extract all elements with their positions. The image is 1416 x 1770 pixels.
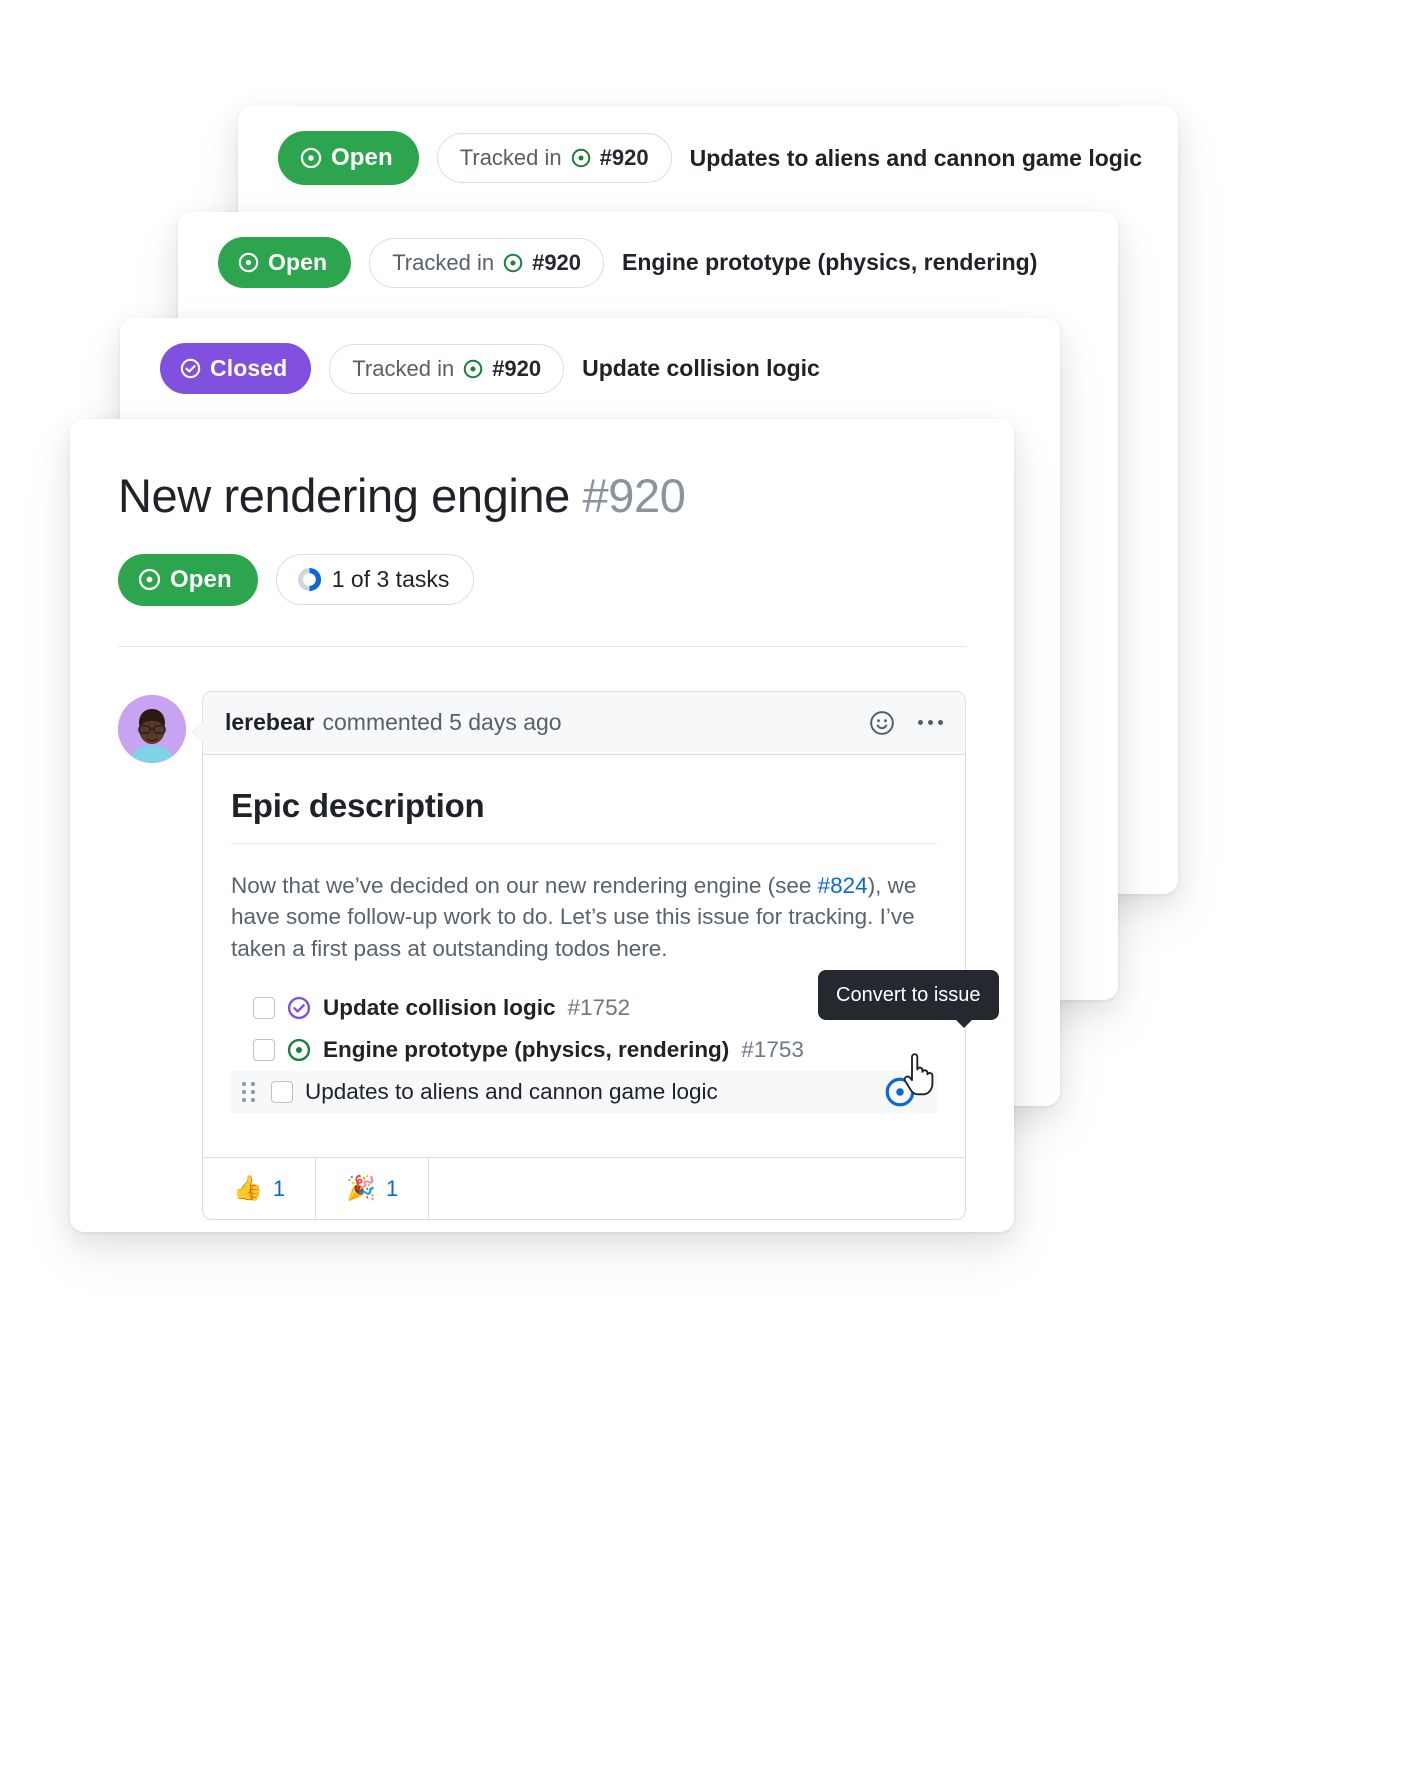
issue-opened-icon [463, 359, 483, 379]
page-title: New rendering engine #920 [118, 469, 966, 524]
reaction-party-popper[interactable]: 🎉 1 [316, 1158, 430, 1220]
reactions-filler [429, 1158, 965, 1219]
reaction-count: 1 [272, 1175, 286, 1201]
issue-opened-icon [287, 1038, 311, 1062]
thumbs-up-icon: 👍 [233, 1175, 263, 1203]
status-badge-open[interactable]: Open [218, 237, 352, 288]
task-checkbox[interactable] [253, 1039, 275, 1062]
tracked-in-chip[interactable]: Tracked in #920 [329, 343, 565, 394]
tracked-in-label: Tracked in [459, 145, 562, 170]
comment-body: Epic description Now that we’ve decided … [203, 755, 965, 1136]
status-badge-label: Open [268, 249, 328, 275]
tracked-issue-title[interactable]: Update collision logic [582, 355, 820, 382]
screenshot-root: Open Tracked in #920 Updates to aliens a… [0, 0, 1416, 1770]
issue-opened-icon [300, 147, 322, 169]
tracked-in-number: #920 [492, 355, 542, 381]
comment-author[interactable]: lerebear [225, 709, 315, 736]
issue-opened-icon [138, 568, 161, 591]
issue-number: #920 [582, 469, 686, 522]
reaction-thumbs-up[interactable]: 👍 1 [203, 1158, 317, 1220]
task-number: #1753 [741, 1037, 804, 1063]
party-popper-icon: 🎉 [346, 1175, 377, 1203]
task-progress-label: 1 of 3 tasks [331, 566, 450, 593]
task-checkbox[interactable] [253, 997, 275, 1020]
task-progress-chip[interactable]: 1 of 3 tasks [275, 554, 475, 606]
task-label[interactable]: Engine prototype (physics, rendering) [323, 1037, 729, 1063]
task-list-item[interactable]: Engine prototype (physics, rendering) #1… [231, 1029, 937, 1071]
issue-closed-completed-icon [287, 996, 311, 1020]
tracked-issue-title[interactable]: Engine prototype (physics, rendering) [622, 249, 1037, 276]
avatar[interactable] [118, 694, 186, 763]
mouse-cursor-pointer [898, 1052, 938, 1103]
issue-link-824[interactable]: #824 [818, 873, 868, 898]
task-number: #1752 [567, 995, 631, 1021]
reactions-bar: 👍 1 🎉 1 [203, 1157, 965, 1220]
tooltip-convert-to-issue: Convert to issue [818, 970, 999, 1028]
issue-opened-icon [238, 252, 259, 273]
task-label[interactable]: Update collision logic [323, 995, 556, 1021]
issue-opened-icon [503, 253, 523, 273]
status-badge-open[interactable]: Open [278, 131, 419, 185]
tracked-in-number: #920 [532, 249, 582, 275]
status-badge-label: Closed [210, 355, 288, 381]
comment-heading: Epic description [231, 786, 485, 824]
status-badge-open[interactable]: Open [118, 553, 258, 606]
paragraph-part-1: Now that we’ve decided on our new render… [231, 872, 818, 898]
comment-card: lerebear commented 5 days ago Epic descr… [192, 690, 966, 1221]
comment-header: lerebear commented 5 days ago [203, 691, 965, 755]
progress-donut-icon [297, 567, 322, 592]
smiley-icon[interactable] [868, 709, 896, 737]
comment-meta: commented 5 days ago [322, 709, 562, 736]
issue-title-text: New rendering engine [118, 469, 570, 522]
issue-status-row: Open 1 of 3 tasks [118, 553, 966, 606]
heading-rule [231, 842, 937, 844]
tracked-in-chip[interactable]: Tracked in #920 [369, 237, 605, 288]
status-badge-label: Open [331, 144, 393, 171]
reaction-count: 1 [386, 1175, 399, 1201]
kebab-menu-icon[interactable] [918, 720, 943, 726]
drag-handle-icon[interactable] [237, 1082, 259, 1103]
issue-detail-card: New rendering engine #920 Open 1 of 3 ta… [70, 419, 1014, 1232]
tracked-in-chip[interactable]: Tracked in #920 [436, 133, 672, 183]
task-list-item[interactable]: Updates to aliens and cannon game logic [231, 1071, 937, 1114]
comment-paragraph: Now that we’ve decided on our new render… [231, 870, 937, 966]
comment-thread: lerebear commented 5 days ago Epic descr… [118, 690, 966, 1221]
issue-closed-completed-icon [180, 358, 201, 379]
issue-opened-icon [571, 148, 591, 168]
task-checkbox[interactable] [271, 1081, 293, 1104]
section-divider [118, 645, 966, 647]
tracked-in-label: Tracked in [352, 355, 455, 381]
tracked-in-label: Tracked in [392, 249, 495, 275]
tracked-issue-title[interactable]: Updates to aliens and cannon game logic [690, 145, 1142, 172]
status-badge-closed[interactable]: Closed [160, 343, 312, 394]
task-label[interactable]: Updates to aliens and cannon game logic [305, 1079, 718, 1105]
tracked-in-number: #920 [599, 145, 649, 170]
status-badge-label: Open [170, 565, 232, 593]
